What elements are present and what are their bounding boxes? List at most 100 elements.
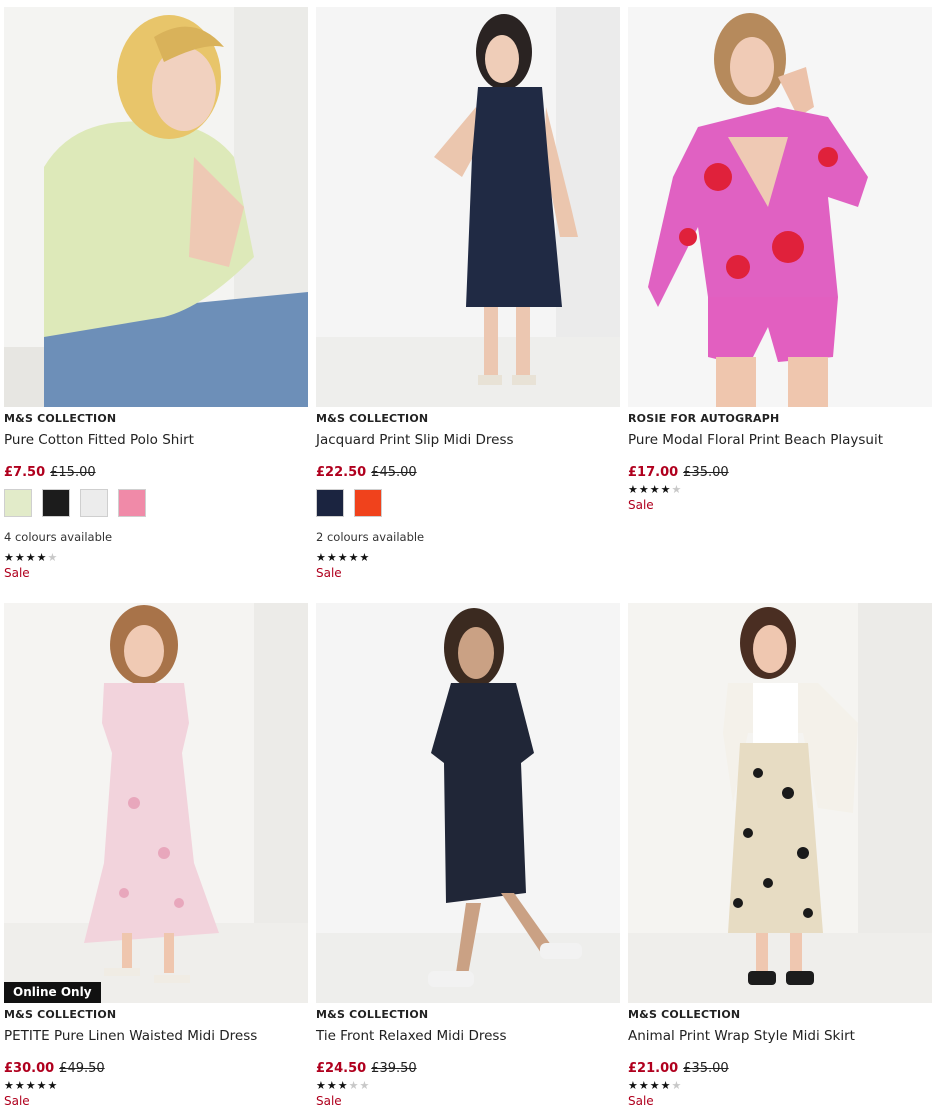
original-price: £15.00 bbox=[50, 465, 96, 480]
rating-stars: ★ ★ ★ ★ ★ bbox=[628, 483, 932, 495]
product-title[interactable]: Animal Print Wrap Style Midi Skirt bbox=[628, 1027, 932, 1045]
product-brand: ROSIE FOR AUTOGRAPH bbox=[628, 412, 780, 425]
star-icon: ★ bbox=[316, 550, 326, 564]
product-card[interactable]: Online Only M&S COLLECTION PETITE Pure L… bbox=[4, 603, 308, 1109]
product-title[interactable]: Pure Modal Floral Print Beach Playsuit bbox=[628, 431, 932, 449]
star-icon: ★ bbox=[4, 1078, 14, 1092]
star-icon: ★ bbox=[359, 1078, 370, 1092]
colour-swatch[interactable] bbox=[42, 489, 70, 517]
product-photo-linen-dress bbox=[4, 603, 308, 1003]
product-title[interactable]: Jacquard Print Slip Midi Dress bbox=[316, 431, 620, 449]
colour-swatches bbox=[316, 489, 620, 519]
product-card[interactable]: M&S COLLECTION Pure Cotton Fitted Polo S… bbox=[4, 7, 308, 581]
product-price: £22.50 £45.00 bbox=[316, 465, 620, 481]
rating-stars: ★ ★ ★ ★ ★ bbox=[4, 1079, 308, 1091]
online-only-badge: Online Only bbox=[4, 982, 101, 1003]
colour-swatches bbox=[4, 489, 308, 519]
sale-label: Sale bbox=[4, 1094, 30, 1108]
star-icon: ★ bbox=[36, 1078, 47, 1092]
star-icon: ★ bbox=[326, 1078, 337, 1092]
sale-price: £22.50 bbox=[316, 465, 367, 480]
original-price: £35.00 bbox=[683, 1061, 729, 1076]
product-image[interactable] bbox=[628, 7, 932, 407]
product-title[interactable]: PETITE Pure Linen Waisted Midi Dress bbox=[4, 1027, 308, 1045]
sale-price: £17.00 bbox=[628, 465, 679, 480]
star-icon: ★ bbox=[337, 1078, 348, 1092]
product-photo-tie-front-dress bbox=[316, 603, 620, 1003]
sale-price: £30.00 bbox=[4, 1061, 55, 1076]
product-title[interactable]: Tie Front Relaxed Midi Dress bbox=[316, 1027, 620, 1045]
star-icon: ★ bbox=[671, 482, 682, 496]
star-icon: ★ bbox=[47, 1078, 58, 1092]
product-image[interactable] bbox=[4, 7, 308, 407]
rating-stars: ★ ★ ★ ★ ★ bbox=[316, 551, 620, 563]
colour-swatch[interactable] bbox=[80, 489, 108, 517]
original-price: £39.50 bbox=[371, 1061, 417, 1076]
star-icon: ★ bbox=[348, 550, 359, 564]
product-image[interactable] bbox=[628, 603, 932, 1003]
product-price: £21.00 £35.00 bbox=[628, 1061, 932, 1077]
product-photo-slip-dress bbox=[316, 7, 620, 407]
sale-price: £24.50 bbox=[316, 1061, 367, 1076]
product-image[interactable] bbox=[316, 7, 620, 407]
star-icon: ★ bbox=[316, 1078, 326, 1092]
original-price: £49.50 bbox=[59, 1061, 105, 1076]
product-brand: M&S COLLECTION bbox=[4, 1008, 117, 1021]
star-icon: ★ bbox=[628, 482, 638, 496]
star-icon: ★ bbox=[337, 550, 348, 564]
product-price: £24.50 £39.50 bbox=[316, 1061, 620, 1077]
sale-label: Sale bbox=[316, 1094, 342, 1108]
product-card[interactable]: M&S COLLECTION Animal Print Wrap Style M… bbox=[628, 603, 932, 1109]
star-icon: ★ bbox=[638, 482, 649, 496]
colour-swatch[interactable] bbox=[354, 489, 382, 517]
product-grid: M&S COLLECTION Pure Cotton Fitted Polo S… bbox=[0, 0, 937, 1113]
colours-available: 4 colours available bbox=[4, 530, 113, 544]
star-icon: ★ bbox=[348, 1078, 359, 1092]
product-image[interactable]: Online Only bbox=[4, 603, 308, 1003]
product-image[interactable] bbox=[316, 603, 620, 1003]
star-icon: ★ bbox=[359, 550, 370, 564]
product-brand: M&S COLLECTION bbox=[316, 412, 429, 425]
product-price: £7.50 £15.00 bbox=[4, 465, 308, 481]
product-title[interactable]: Pure Cotton Fitted Polo Shirt bbox=[4, 431, 308, 449]
product-brand: M&S COLLECTION bbox=[628, 1008, 741, 1021]
colour-swatch[interactable] bbox=[316, 489, 344, 517]
star-icon: ★ bbox=[628, 1078, 638, 1092]
product-brand: M&S COLLECTION bbox=[316, 1008, 429, 1021]
rating-stars: ★ ★ ★ ★ ★ bbox=[4, 551, 308, 563]
colours-available: 2 colours available bbox=[316, 530, 425, 544]
star-icon: ★ bbox=[25, 550, 36, 564]
star-icon: ★ bbox=[25, 1078, 36, 1092]
star-icon: ★ bbox=[47, 550, 58, 564]
star-icon: ★ bbox=[671, 1078, 682, 1092]
product-card[interactable]: ROSIE FOR AUTOGRAPH Pure Modal Floral Pr… bbox=[628, 7, 932, 513]
sale-label: Sale bbox=[628, 1094, 654, 1108]
colour-swatch[interactable] bbox=[118, 489, 146, 517]
star-icon: ★ bbox=[14, 1078, 25, 1092]
product-photo-polo-shirt bbox=[4, 7, 308, 407]
sale-label: Sale bbox=[316, 566, 342, 580]
rating-stars: ★ ★ ★ ★ ★ bbox=[628, 1079, 932, 1091]
original-price: £45.00 bbox=[371, 465, 417, 480]
sale-label: Sale bbox=[4, 566, 30, 580]
product-brand: M&S COLLECTION bbox=[4, 412, 117, 425]
product-price: £30.00 £49.50 bbox=[4, 1061, 308, 1077]
colour-swatch[interactable] bbox=[4, 489, 32, 517]
product-card[interactable]: M&S COLLECTION Tie Front Relaxed Midi Dr… bbox=[316, 603, 620, 1109]
rating-stars: ★ ★ ★ ★ ★ bbox=[316, 1079, 620, 1091]
original-price: £35.00 bbox=[683, 465, 729, 480]
star-icon: ★ bbox=[4, 550, 14, 564]
star-icon: ★ bbox=[649, 482, 660, 496]
product-card[interactable]: M&S COLLECTION Jacquard Print Slip Midi … bbox=[316, 7, 620, 581]
product-photo-playsuit bbox=[628, 7, 932, 407]
sale-label: Sale bbox=[628, 498, 654, 512]
product-price: £17.00 £35.00 bbox=[628, 465, 932, 481]
product-photo-animal-print-skirt bbox=[628, 603, 932, 1003]
star-icon: ★ bbox=[14, 550, 25, 564]
sale-price: £7.50 bbox=[4, 465, 46, 480]
star-icon: ★ bbox=[36, 550, 47, 564]
star-icon: ★ bbox=[649, 1078, 660, 1092]
sale-price: £21.00 bbox=[628, 1061, 679, 1076]
star-icon: ★ bbox=[638, 1078, 649, 1092]
star-icon: ★ bbox=[660, 1078, 671, 1092]
